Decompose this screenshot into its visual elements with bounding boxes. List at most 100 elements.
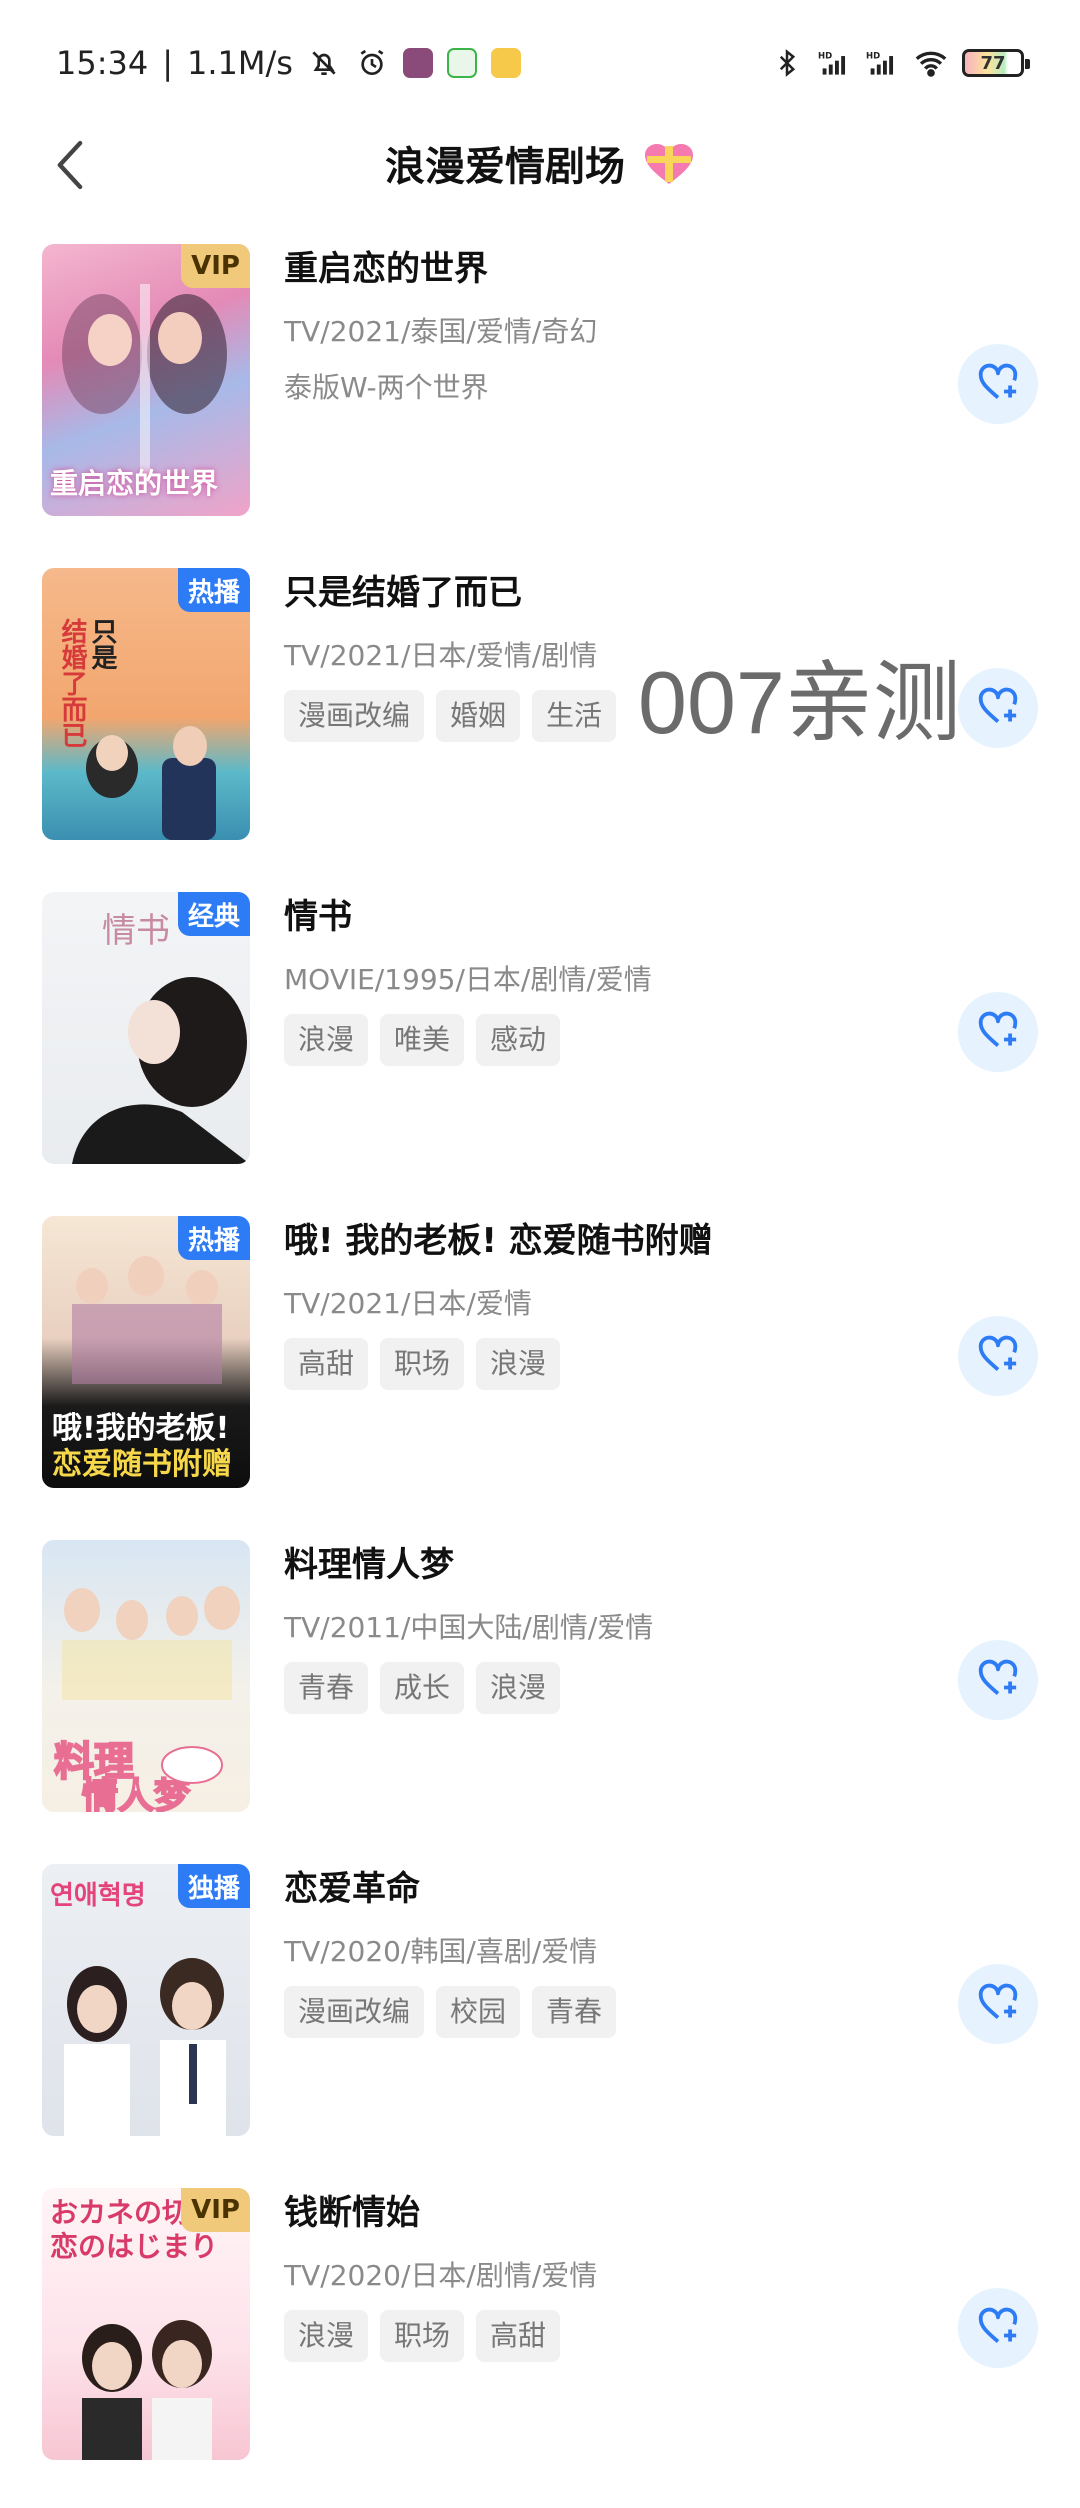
bluetooth-icon: [770, 46, 804, 80]
svg-text:哦!我的老板!: 哦!我的老板!: [52, 1411, 229, 1446]
list-item[interactable]: 料理 情人梦 料理情人梦 TV/2011/中国大陆/剧情/爱情 青春 成长 浪漫: [0, 1536, 1080, 1812]
tag[interactable]: 职场: [380, 1338, 465, 1390]
hot-badge: 热播: [177, 1216, 250, 1260]
svg-text:只是: 只是: [87, 618, 117, 671]
bell-off-icon: [307, 46, 341, 80]
list-item[interactable]: 연애혁명 独播 恋爱革命 TV/2020/韩国/喜剧/爱情 漫画改编 校园 青春: [0, 1860, 1080, 2136]
wifi-icon: [914, 46, 948, 80]
tag[interactable]: 职场: [380, 2310, 465, 2362]
favorite-button[interactable]: [958, 668, 1038, 748]
list-item[interactable]: 情书 经典 情书 MOVIE/1995/日本/剧情/爱情 浪漫 唯美 感动: [0, 888, 1080, 1164]
tag[interactable]: 高甜: [284, 1338, 369, 1390]
heart-plus-icon: [977, 687, 1019, 729]
poster-image[interactable]: 只是 结婚了而已 热播: [42, 568, 250, 840]
item-alias: 泰版W-两个世界: [284, 371, 489, 404]
item-meta: TV/2021/日本/爱情: [284, 1287, 532, 1320]
poster-image[interactable]: 料理 情人梦: [42, 1540, 250, 1812]
tag[interactable]: 漫画改编: [284, 1986, 425, 2038]
list-item[interactable]: VIP 重启恋的世界 重启恋的世界 TV/2021/泰国/爱情/奇幻 泰版W-两…: [0, 240, 1080, 516]
vip-badge: VIP: [181, 2188, 250, 2232]
favorite-button[interactable]: [958, 1964, 1038, 2044]
watermark-text: 007亲测: [638, 653, 961, 752]
heart-plus-icon: [977, 1659, 1019, 1701]
favorite-button[interactable]: [958, 1316, 1038, 1396]
item-meta: TV/2011/中国大陆/剧情/爱情: [284, 1611, 654, 1644]
item-meta: TV/2021/泰国/爱情/奇幻: [284, 315, 598, 348]
status-time: 15:34: [56, 44, 149, 82]
tag[interactable]: 唯美: [380, 1014, 465, 1066]
item-title[interactable]: 重启恋的世界: [284, 244, 930, 294]
favorite-button[interactable]: [958, 344, 1038, 424]
item-title[interactable]: 哦! 我的老板! 恋爱随书附赠: [284, 1216, 930, 1266]
tag[interactable]: 高甜: [476, 2310, 561, 2362]
wechat-app-icon: [446, 48, 477, 78]
status-network-speed: 1.1M/s: [187, 44, 293, 82]
item-info: 恋爱革命 TV/2020/韩国/喜剧/爱情 漫画改编 校园 青春: [284, 1860, 930, 2038]
nav-bar: 浪漫爱情剧场: [0, 124, 1080, 208]
tag[interactable]: 漫画改编: [284, 690, 425, 742]
item-meta: MOVIE/1995/日本/剧情/爱情: [284, 963, 652, 996]
tag-list: 浪漫 职场 高甜: [284, 2310, 930, 2362]
signal-1-icon: HD: [818, 46, 852, 80]
svg-text:연애혁명: 연애혁명: [50, 1881, 146, 1911]
tag[interactable]: 青春: [284, 1662, 369, 1714]
alarm-icon: [355, 46, 389, 80]
favorite-button[interactable]: [958, 1640, 1038, 1720]
tiktok-app-icon: [402, 48, 433, 78]
svg-text:结婚了而已: 结婚了而已: [57, 618, 87, 748]
item-title[interactable]: 情书: [284, 892, 930, 942]
item-title[interactable]: 料理情人梦: [284, 1540, 930, 1590]
poster-illustration: 料理 情人梦: [53, 1586, 240, 1812]
poster-image[interactable]: おカネの切 恋のはじまり VIP: [42, 2188, 250, 2460]
status-right: HD HD 77: [770, 40, 1030, 86]
tag[interactable]: 校园: [436, 1986, 521, 2038]
list-item[interactable]: おカネの切 恋のはじまり VIP 钱断情始 TV/2020/日本/剧情/爱情 浪…: [0, 2184, 1080, 2460]
item-info: 料理情人梦 TV/2011/中国大陆/剧情/爱情 青春 成长 浪漫: [284, 1536, 930, 1714]
tag[interactable]: 浪漫: [284, 1014, 369, 1066]
tag[interactable]: 浪漫: [476, 1338, 561, 1390]
exclusive-badge: 独播: [177, 1864, 250, 1908]
battery-level: 77: [980, 52, 1006, 74]
tag-list: 高甜 职场 浪漫: [284, 1338, 930, 1390]
poster-image[interactable]: 연애혁명 独播: [42, 1864, 250, 2136]
svg-text:情人梦: 情人梦: [82, 1776, 190, 1812]
heart-plus-icon: [977, 363, 1019, 405]
battery-indicator: 77: [962, 49, 1030, 77]
svg-text:おカネの切: おカネの切: [50, 2196, 190, 2229]
vip-badge: VIP: [181, 244, 250, 288]
tag[interactable]: 浪漫: [476, 1662, 561, 1714]
tag-list: 漫画改编 校园 青春: [284, 1986, 930, 2038]
poster-image[interactable]: 哦!我的老板! 恋爱随书附赠 热播: [42, 1216, 250, 1488]
item-meta: TV/2020/日本/剧情/爱情: [284, 2259, 598, 2292]
svg-text:恋爱随书附赠: 恋爱随书附赠: [52, 1447, 232, 1482]
item-title[interactable]: 钱断情始: [284, 2188, 930, 2238]
tag[interactable]: 成长: [380, 1662, 465, 1714]
status-bar: 15:34 | 1.1M/s HD HD 77: [0, 0, 1080, 124]
heart-plus-icon: [977, 2307, 1019, 2349]
poster-caption: 重启恋的世界: [50, 467, 219, 500]
svg-text:HD: HD: [866, 51, 880, 61]
favorite-button[interactable]: [958, 992, 1038, 1072]
heart-plus-icon: [977, 1335, 1019, 1377]
tag[interactable]: 婚姻: [436, 690, 521, 742]
classic-badge: 经典: [177, 892, 250, 936]
svg-text:HD: HD: [818, 51, 832, 61]
poster-image[interactable]: VIP 重启恋的世界: [42, 244, 250, 516]
item-title[interactable]: 只是结婚了而已: [284, 568, 930, 618]
tag[interactable]: 青春: [532, 1986, 617, 2038]
svg-text:情书: 情书: [102, 911, 170, 951]
signal-2-icon: HD: [866, 46, 900, 80]
item-info: 钱断情始 TV/2020/日本/剧情/爱情 浪漫 职场 高甜: [284, 2184, 930, 2362]
item-info: 情书 MOVIE/1995/日本/剧情/爱情 浪漫 唯美 感动: [284, 888, 930, 1066]
item-info: 重启恋的世界 TV/2021/泰国/爱情/奇幻 泰版W-两个世界: [284, 240, 930, 406]
tag[interactable]: 浪漫: [284, 2310, 369, 2362]
status-left: 15:34 | 1.1M/s: [56, 40, 521, 86]
favorite-button[interactable]: [958, 2288, 1038, 2368]
list-item[interactable]: 哦!我的老板! 恋爱随书附赠 热播 哦! 我的老板! 恋爱随书附赠 TV/202…: [0, 1212, 1080, 1488]
item-info: 哦! 我的老板! 恋爱随书附赠 TV/2021/日本/爱情 高甜 职场 浪漫: [284, 1212, 930, 1390]
tag[interactable]: 生活: [532, 690, 617, 742]
poster-image[interactable]: 情书 经典: [42, 892, 250, 1164]
tag[interactable]: 感动: [476, 1014, 561, 1066]
item-title[interactable]: 恋爱革命: [284, 1864, 930, 1914]
drama-list: VIP 重启恋的世界 重启恋的世界 TV/2021/泰国/爱情/奇幻 泰版W-两…: [0, 240, 1080, 2508]
